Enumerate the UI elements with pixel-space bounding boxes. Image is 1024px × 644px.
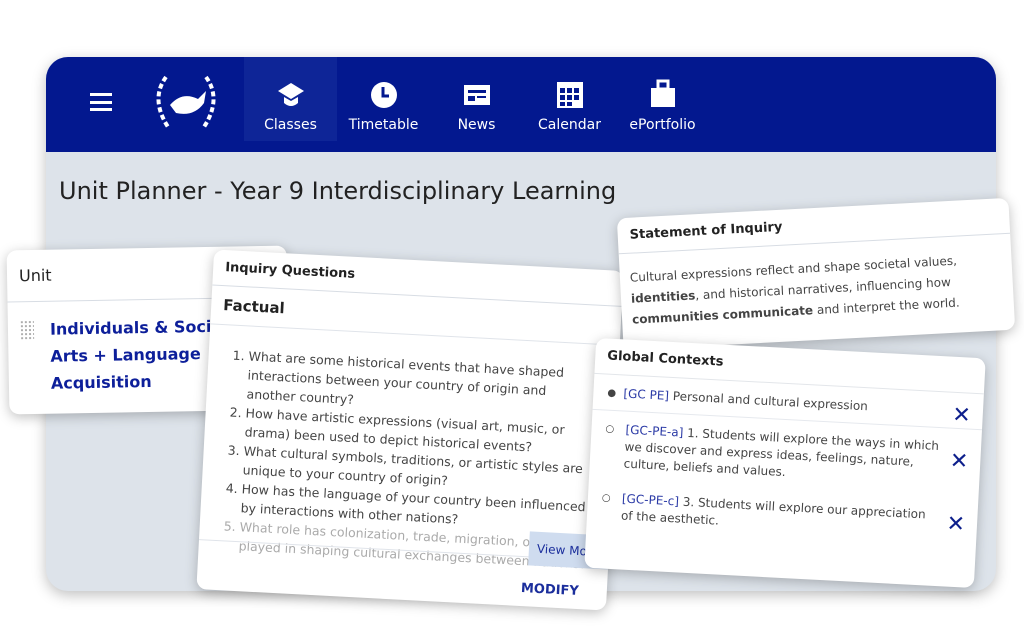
circle-bullet-icon: ○ <box>605 423 615 436</box>
close-icon[interactable]: ✕ <box>949 449 969 475</box>
statement-of-inquiry-card: Statement of Inquiry Cultural expression… <box>616 197 1016 351</box>
context-text: Personal and cultural expression <box>672 389 869 414</box>
hamburger-menu-icon[interactable] <box>90 93 112 111</box>
circle-bullet-icon: ○ <box>601 492 611 504</box>
nav-calendar[interactable]: Calendar <box>523 57 616 141</box>
bullet-icon: ● <box>607 387 617 400</box>
nav-timetable[interactable]: Timetable <box>337 57 430 141</box>
keyword: communicate <box>722 303 814 322</box>
nav-label: ePortfolio <box>629 117 696 133</box>
clock-icon <box>370 82 397 108</box>
nav-label: Timetable <box>348 117 419 133</box>
global-contexts-card: Global Contexts ● [GC PE] Personal and cu… <box>584 337 986 589</box>
drag-handle-icon[interactable] <box>19 319 35 341</box>
modify-button[interactable]: MODIFY <box>521 581 580 599</box>
close-icon[interactable]: ✕ <box>952 403 972 429</box>
nav-label: Classes <box>264 117 317 133</box>
graduation-cap-icon <box>277 83 304 106</box>
text: and interpret the world. <box>812 295 960 318</box>
nav-label: Calendar <box>538 117 601 133</box>
keyword: communities <box>631 308 720 327</box>
nav-classes[interactable]: Classes <box>244 57 337 141</box>
nav-label: News <box>457 117 496 133</box>
briefcase-icon <box>650 79 675 107</box>
top-nav: Classes Timetable News Calendar ePortfol… <box>46 57 996 152</box>
nav-eportfolio[interactable]: ePortfolio <box>616 57 709 141</box>
page-title: Unit Planner - Year 9 Interdisciplinary … <box>59 177 617 205</box>
context-code: [GC-PE-c] <box>621 491 680 509</box>
context-code: [GC PE] <box>623 386 670 403</box>
close-icon[interactable]: ✕ <box>946 512 966 538</box>
keyword: identities <box>630 288 696 306</box>
nav-news[interactable]: News <box>430 57 523 141</box>
school-logo <box>156 75 216 129</box>
statement-text: Cultural expressions reflect and shape s… <box>619 234 1015 345</box>
context-code: [GC-PE-a] <box>625 422 684 440</box>
calendar-icon <box>556 82 583 108</box>
newspaper-icon <box>463 85 490 105</box>
inquiry-questions-card: Inquiry Questions Factual What are some … <box>196 249 624 611</box>
